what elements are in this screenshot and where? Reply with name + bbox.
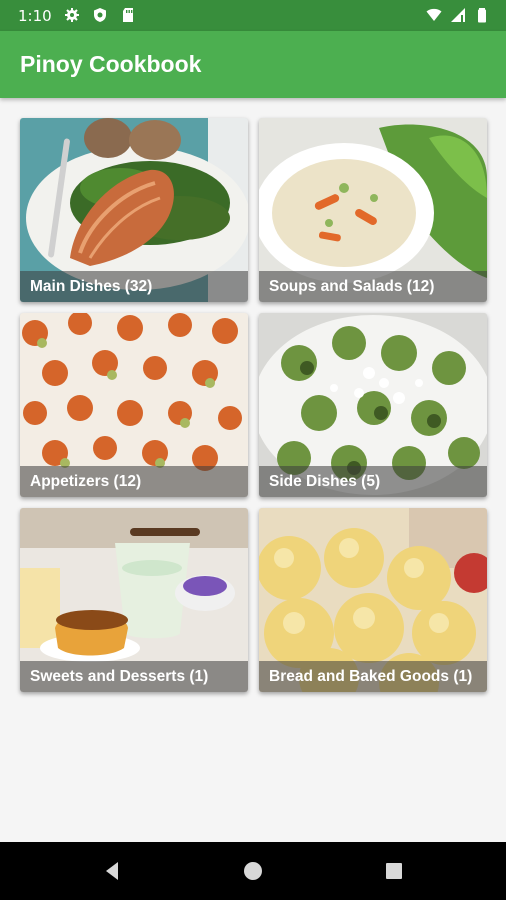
category-label: Sweets and Desserts (1) xyxy=(20,661,248,692)
app-bar: Pinoy Cookbook xyxy=(0,31,506,98)
battery-icon xyxy=(478,8,486,23)
gear-icon xyxy=(65,8,79,22)
status-bar: 1:10 xyxy=(0,0,506,31)
wifi-icon xyxy=(426,8,442,21)
category-card-main-dishes[interactable]: Main Dishes (32) xyxy=(20,118,248,302)
category-card-soups-and-salads[interactable]: Soups and Salads (12) xyxy=(259,118,487,302)
sd-card-icon xyxy=(123,8,133,22)
category-label: Main Dishes (32) xyxy=(20,271,248,302)
navigation-bar xyxy=(0,842,506,900)
back-icon[interactable] xyxy=(100,859,124,883)
recents-icon[interactable] xyxy=(382,859,406,883)
category-card-appetizers[interactable]: Appetizers (12) xyxy=(20,313,248,497)
home-icon[interactable] xyxy=(241,859,265,883)
shield-icon xyxy=(94,8,106,22)
status-time: 1:10 xyxy=(18,7,52,25)
category-card-bread-and-baked-goods[interactable]: Bread and Baked Goods (1) xyxy=(259,508,487,692)
category-label: Bread and Baked Goods (1) xyxy=(259,661,487,692)
signal-icon xyxy=(451,8,465,22)
app-title: Pinoy Cookbook xyxy=(20,51,202,77)
category-label: Appetizers (12) xyxy=(20,466,248,497)
category-label: Soups and Salads (12) xyxy=(259,271,487,302)
category-card-side-dishes[interactable]: Side Dishes (5) xyxy=(259,313,487,497)
category-grid: Main Dishes (32) Soups and Salads (12) A… xyxy=(0,98,506,842)
category-label: Side Dishes (5) xyxy=(259,466,487,497)
category-card-sweets-and-desserts[interactable]: Sweets and Desserts (1) xyxy=(20,508,248,692)
